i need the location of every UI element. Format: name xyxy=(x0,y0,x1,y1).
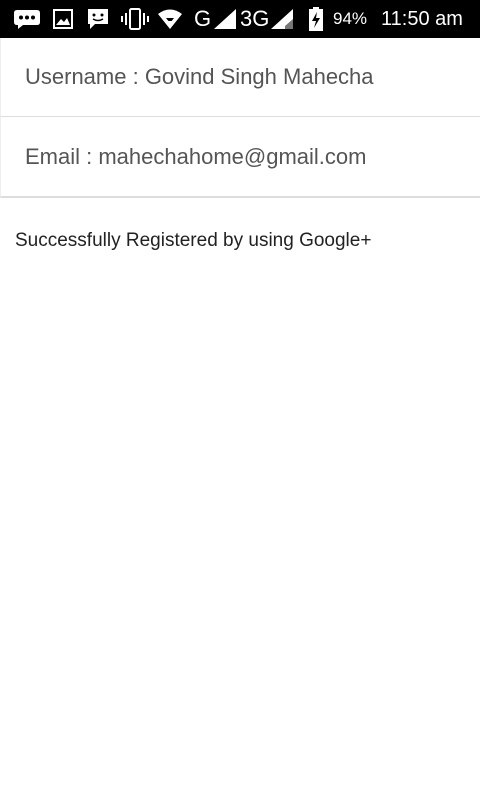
network-type-g: G xyxy=(194,6,212,31)
image-icon xyxy=(53,7,73,31)
signal-icon xyxy=(270,7,294,31)
email-label: Email : mahechahome@gmail.com xyxy=(25,143,367,169)
username-label: Username : Govind Singh Mahecha xyxy=(25,64,374,89)
registration-message: Successfully Registered by using Google+ xyxy=(15,230,372,251)
email-row: Email : mahechahome@gmail.com xyxy=(0,117,480,198)
messenger-icon xyxy=(13,7,41,31)
clock: 11:50 am xyxy=(381,8,463,30)
vibrate-icon xyxy=(121,7,149,31)
signal-icon xyxy=(213,7,237,31)
profile-list: Username : Govind Singh Mahecha Email : … xyxy=(0,38,480,198)
battery-percent: 94% xyxy=(333,9,368,28)
chat-icon xyxy=(86,7,110,31)
network-type-3g: 3G xyxy=(240,6,270,31)
wifi-icon xyxy=(157,7,183,31)
battery-charging-icon xyxy=(307,7,325,31)
status-bar: G 3G 94% 11:50 am xyxy=(0,0,480,38)
username-row: Username : Govind Singh Mahecha xyxy=(0,38,480,117)
